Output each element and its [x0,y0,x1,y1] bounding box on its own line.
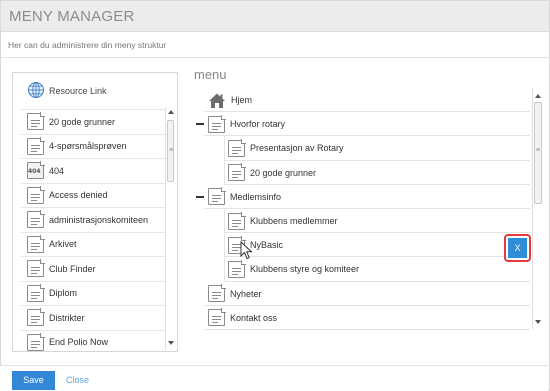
scroll-thumb[interactable]: ≡ [534,102,542,204]
page-list-item[interactable]: 4-spørsmålsprøven [21,135,173,159]
menu-item-label: Hjem [231,95,253,105]
page-list-item-label: End Polio Now [49,337,109,348]
resource-link-label: Resource Link [49,86,107,96]
home-icon [209,93,225,108]
mouse-cursor-icon [240,241,253,260]
menu-title: menu [194,67,227,82]
page-list-item-label: Diplom [49,288,78,299]
menu-item-label: Hvorfor rotary [230,119,286,130]
document-icon [27,185,45,204]
menu-subitem[interactable]: 20 gode grunner [228,161,316,185]
collapse-toggle[interactable] [196,195,204,198]
document-404-icon: 404 [27,161,45,180]
collapse-toggle[interactable] [196,123,204,126]
scroll-down-arrow[interactable] [535,320,541,324]
page-list-item-label: 404 [49,165,65,176]
page-list-item[interactable]: Distrikter [21,306,173,331]
document-icon [208,284,226,303]
document-icon [228,211,246,230]
document-icon [27,308,45,327]
menu-item-label: Medlemsinfo [230,191,282,202]
remove-item-highlight: X [504,234,531,262]
menu-item[interactable]: Medlemsinfo [208,185,281,209]
menu-item[interactable]: Kontakt oss [208,306,277,330]
document-icon [27,234,45,253]
document-icon [208,187,226,206]
scroll-up-arrow[interactable] [535,94,541,98]
page-list-item[interactable]: End Polio Now [21,331,173,352]
save-button[interactable]: Save [12,371,55,390]
close-link[interactable]: Close [66,375,89,385]
menu-subitem[interactable]: Klubbens medlemmer [228,209,338,233]
dialog-subtitle: Her can du administrere din meny struktu… [8,40,167,50]
document-icon [27,210,45,229]
pages-scrollbar[interactable]: ≡ [165,107,174,350]
dialog-header: MENY MANAGER [1,1,549,32]
document-icon [27,136,45,155]
menu-item-label: NyBasic [250,240,284,251]
available-pages-panel: Resource Link 20 gode grunner 4-spørsmåls… [12,72,178,352]
document-icon [27,112,45,131]
resource-link-item[interactable]: Resource Link [27,79,107,103]
page-list-item-label: Distrikter [49,312,85,323]
available-pages-list: 20 gode grunner 4-spørsmålsprøven 404 404 Ac… [21,109,173,351]
document-icon [228,259,246,278]
tree-guide [224,160,225,185]
menu-item-label: Klubbens styre og komiteer [250,264,360,275]
document-icon [27,283,45,302]
scroll-down-arrow[interactable] [168,341,174,345]
scroll-grip: ≡ [536,147,541,154]
menu-subitem[interactable]: Presentasjon av Rotary [228,136,344,160]
page-list-item-label: administrasjonskomiteen [49,214,149,225]
menu-item-label: Presentasjon av Rotary [250,143,344,154]
page-list-item-label: 4-spørsmålsprøven [49,141,127,152]
dialog-title: MENY MANAGER [9,8,135,25]
page-list-item[interactable]: Diplom [21,282,173,306]
menu-item[interactable]: Hjem [208,88,252,112]
page-list-item-label: 20 gode grunner [49,116,116,127]
page-list-item[interactable]: Club Finder [21,257,173,282]
page-list-item[interactable]: 404 404 [21,159,173,184]
row-divider [224,280,530,282]
page-list-item[interactable]: Arkivet [21,233,173,257]
menu-item-label: Klubbens medlemmer [250,216,338,226]
menu-item[interactable]: Hvorfor rotary [208,112,285,136]
tree-guide [224,257,225,282]
page-list-item[interactable]: Access denied [21,184,173,208]
scroll-thumb[interactable]: ≡ [167,120,174,182]
dialog-subtitle-bar: Her can du administrere din meny struktu… [1,33,549,58]
tree-guide [224,136,225,161]
menu-item-label: 20 gode grunner [250,167,317,178]
document-icon [27,259,45,278]
page-list-item-label: Access denied [49,190,108,201]
menu-item-label: Kontakt oss [230,312,278,323]
document-icon [208,308,226,327]
page-list-item[interactable]: 20 gode grunner [21,110,173,135]
remove-item-button[interactable]: X [508,238,527,258]
page-list-item-label: Arkivet [49,239,77,250]
globe-icon [27,81,45,102]
tree-guide [224,233,225,258]
page-list-item-label: Club Finder [49,263,96,274]
tree-guide [224,209,225,234]
menu-tree: Hjem Hvorfor rotary Presentasjon av Rotary… [190,88,530,330]
document-icon [228,163,246,182]
menu-scrollbar[interactable]: ≡ [532,88,542,330]
row-divider [204,329,530,330]
document-icon [228,138,246,157]
menu-item[interactable]: Nyheter [208,282,262,306]
menu-subitem[interactable]: NyBasic [228,233,283,257]
menu-item-label: Nyheter [230,288,262,299]
scroll-up-arrow[interactable] [168,110,174,114]
scroll-grip: ≡ [169,147,174,154]
document-icon [208,114,226,133]
document-icon [27,332,45,351]
page-list-item[interactable]: administrasjonskomiteen [21,208,173,233]
